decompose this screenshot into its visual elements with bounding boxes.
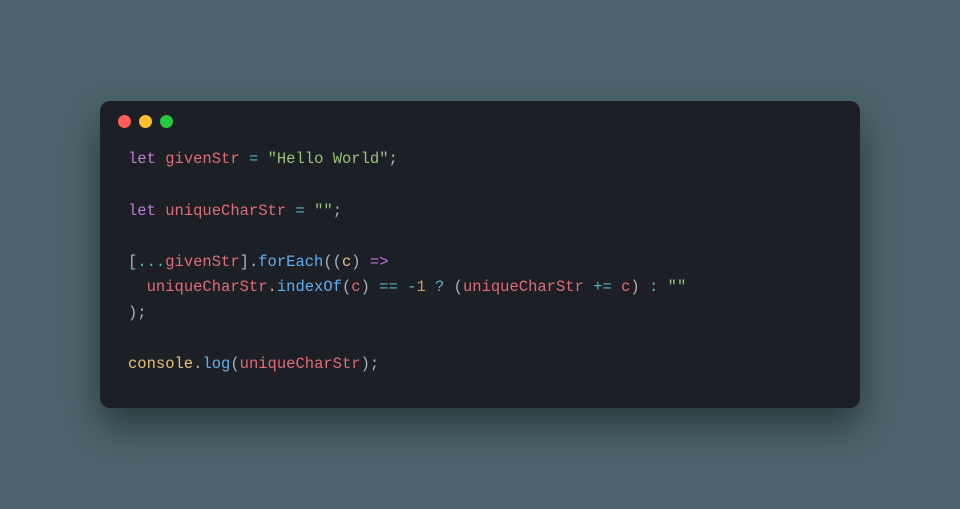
paren-open: (( <box>323 253 342 271</box>
paren-open: ( <box>230 355 239 373</box>
identifier: uniqueCharStr <box>165 202 286 220</box>
operator-pluseq: += <box>584 278 621 296</box>
ternary-q: ? <box>426 278 454 296</box>
bracket-close-dot: ]. <box>240 253 259 271</box>
string-literal: "Hello World" <box>268 150 389 168</box>
method-log: log <box>202 355 230 373</box>
number-literal: 1 <box>416 278 425 296</box>
string-literal: "" <box>314 202 333 220</box>
dot: . <box>268 278 277 296</box>
parameter: c <box>351 278 360 296</box>
code-window: let givenStr = "Hello World"; let unique… <box>100 101 860 407</box>
code-editor[interactable]: let givenStr = "Hello World"; let unique… <box>100 141 860 407</box>
string-literal: "" <box>668 278 687 296</box>
code-line-3: let uniqueCharStr = ""; <box>128 202 342 220</box>
keyword-let: let <box>128 150 156 168</box>
identifier: uniqueCharStr <box>147 278 268 296</box>
method-foreach: forEach <box>258 253 323 271</box>
identifier: uniqueCharStr <box>463 278 584 296</box>
paren-close-semi: ); <box>361 355 380 373</box>
paren-open: ( <box>454 278 463 296</box>
paren-close: ) <box>361 278 370 296</box>
ternary-c: : <box>640 278 668 296</box>
minimize-icon[interactable] <box>139 115 152 128</box>
method-indexof: indexOf <box>277 278 342 296</box>
code-line-1: let givenStr = "Hello World"; <box>128 150 398 168</box>
code-line-5: [...givenStr].forEach((c) => <box>128 253 389 271</box>
operator-eq: == <box>370 278 407 296</box>
semicolon: ; <box>333 202 342 220</box>
identifier: uniqueCharStr <box>240 355 361 373</box>
parameter: c <box>342 253 351 271</box>
keyword-let: let <box>128 202 156 220</box>
bracket-open: [ <box>128 253 137 271</box>
identifier: givenStr <box>165 253 239 271</box>
close-icon[interactable] <box>118 115 131 128</box>
paren-close-semi: ); <box>128 304 147 322</box>
zoom-icon[interactable] <box>160 115 173 128</box>
object-console: console <box>128 355 193 373</box>
operator-assign: = <box>249 150 258 168</box>
paren-open: ( <box>342 278 351 296</box>
indent <box>128 278 147 296</box>
viewport: let givenStr = "Hello World"; let unique… <box>0 0 960 509</box>
semicolon: ; <box>389 150 398 168</box>
operator-assign: = <box>295 202 304 220</box>
spread-operator: ... <box>137 253 165 271</box>
paren-close: ) <box>630 278 639 296</box>
arrow: => <box>361 253 389 271</box>
identifier: givenStr <box>165 150 239 168</box>
code-line-9: console.log(uniqueCharStr); <box>128 355 379 373</box>
code-line-6: uniqueCharStr.indexOf(c) == -1 ? (unique… <box>128 278 686 296</box>
paren-close: ) <box>351 253 360 271</box>
code-line-7: ); <box>128 304 147 322</box>
titlebar <box>100 101 860 141</box>
